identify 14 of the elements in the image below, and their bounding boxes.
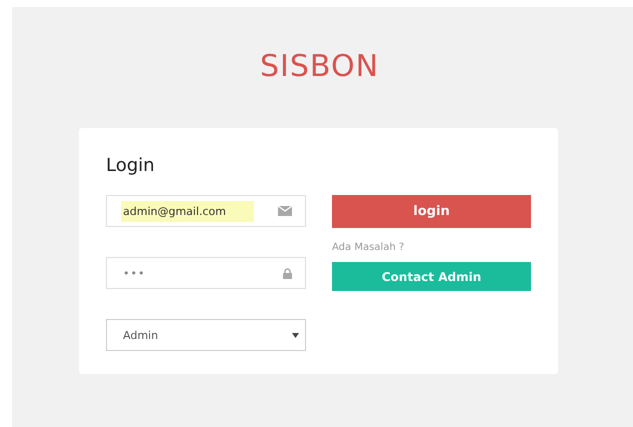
contact-admin-button[interactable]: Contact Admin — [332, 262, 531, 291]
brand-title: SISBON — [260, 49, 380, 85]
role-select[interactable]: Admin — [106, 319, 306, 351]
help-text: Ada Masalah ? — [332, 242, 406, 254]
password-field[interactable]: ••• — [106, 257, 306, 289]
login-button[interactable]: login — [332, 195, 531, 228]
lock-icon — [283, 268, 292, 278]
dropdown-caret-icon — [292, 332, 299, 338]
password-dots: ••• — [122, 266, 146, 282]
email-field[interactable]: admin@gmail.com — [106, 195, 306, 227]
envelope-icon — [278, 206, 292, 216]
login-heading: Login — [106, 155, 156, 177]
role-value: Admin — [122, 328, 160, 344]
email-value: admin@gmail.com — [121, 200, 254, 222]
